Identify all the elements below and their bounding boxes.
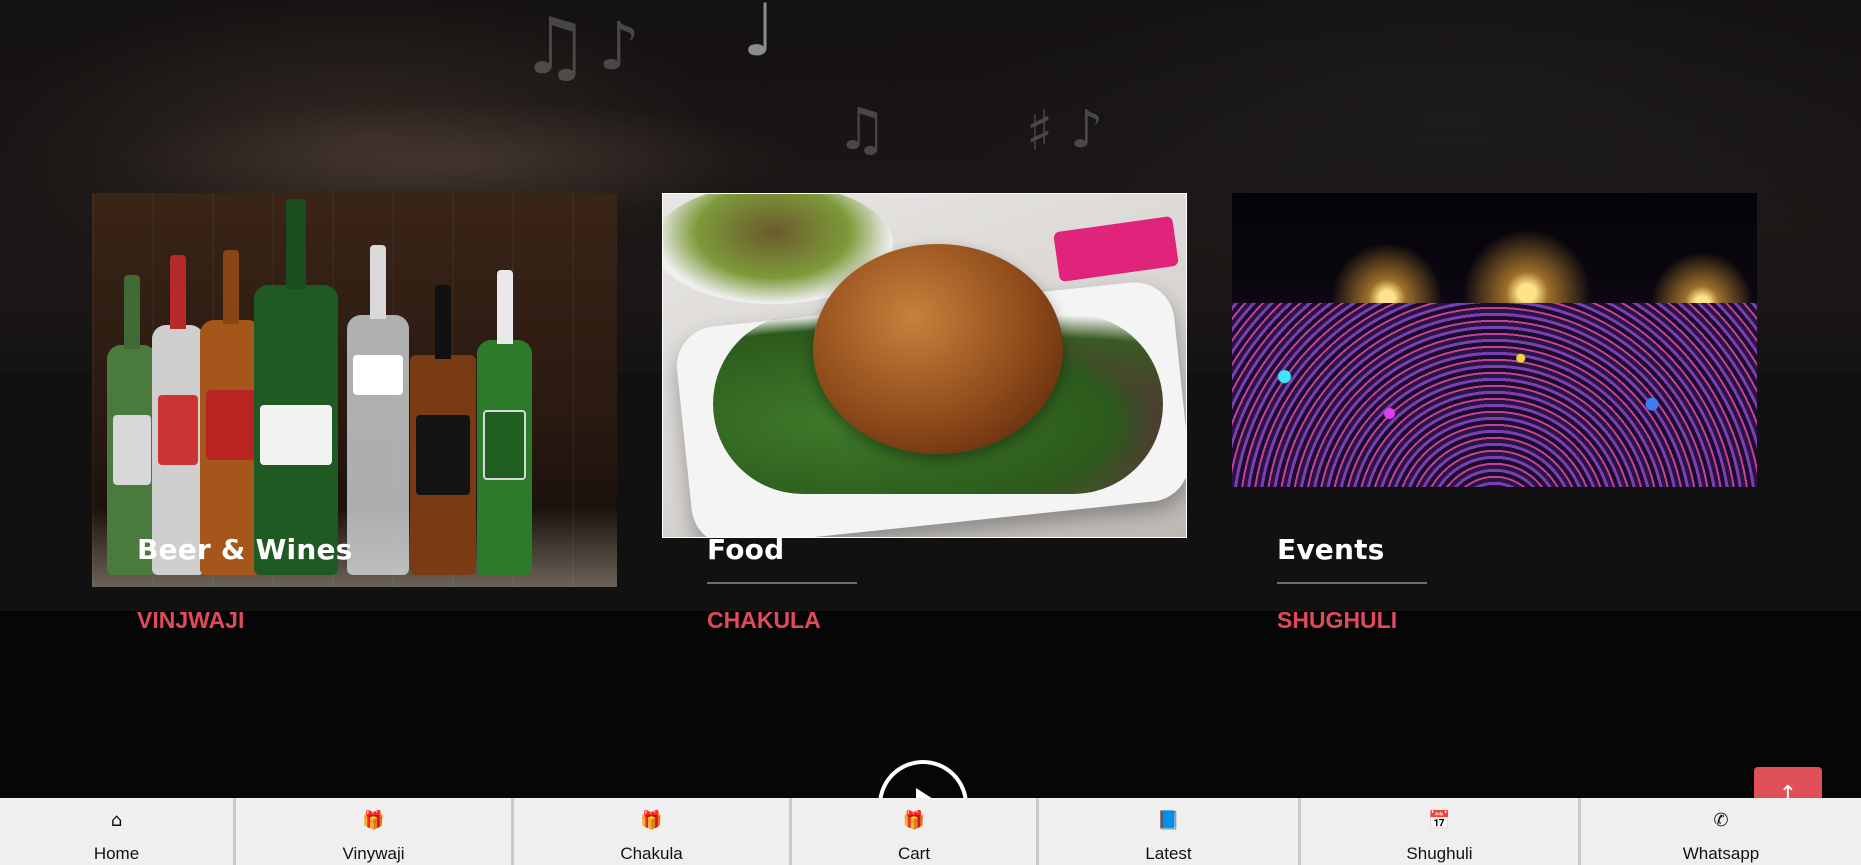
gift-icon: 🎁 — [640, 810, 663, 831]
nav-item-shughuli[interactable]: 📅 Shughuli — [1301, 798, 1581, 865]
card-subtitle-vinjwaji[interactable]: VINJWAJI — [137, 607, 244, 634]
card-title-beer-wines[interactable]: Beer & Wines — [137, 533, 353, 566]
card-subtitle-chakula[interactable]: CHAKULA — [707, 607, 821, 634]
home-icon: ⌂ — [110, 810, 123, 831]
nav-label: Latest — [1145, 844, 1192, 863]
nav-item-vinywaji[interactable]: 🎁 Vinywaji — [236, 798, 514, 865]
music-sharp-icon: ♯ — [1026, 99, 1054, 164]
calendar-icon: 📅 — [1428, 810, 1451, 831]
card-subtitle-shughuli[interactable]: SHUGHULI — [1277, 607, 1397, 634]
crowd — [1232, 303, 1757, 487]
bottle-martini — [254, 199, 338, 575]
card-divider — [707, 582, 857, 584]
nav-label: Whatsapp — [1682, 844, 1760, 863]
nav-label: Shughuli — [1406, 844, 1473, 863]
nav-item-chakula[interactable]: 🎁 Chakula — [514, 798, 792, 865]
nav-label: Chakula — [620, 844, 683, 863]
card-title-events[interactable]: Events — [1277, 533, 1385, 566]
card-divider — [1277, 582, 1427, 584]
book-icon: 📘 — [1157, 810, 1180, 831]
music-note-icon: ♩ — [742, 0, 776, 72]
gift-icon: 🎁 — [362, 810, 385, 831]
nav-item-cart[interactable]: 🎁 Cart — [792, 798, 1039, 865]
nav-label: Vinywaji — [342, 844, 405, 863]
bottom-navigation: ⌂ Home 🎁 Vinywaji 🎁 Chakula 🎁 Cart 📘 Lat… — [0, 798, 1861, 865]
beer-wines-image[interactable] — [92, 193, 617, 587]
events-image[interactable] — [1232, 193, 1757, 487]
music-note-icon: ♫ — [836, 95, 888, 163]
nav-item-latest[interactable]: 📘 Latest — [1039, 798, 1301, 865]
napkin — [1053, 215, 1179, 283]
bottle-finlandia — [347, 245, 409, 575]
nav-label: Home — [93, 844, 140, 863]
music-note-icon: ♪ — [1070, 100, 1104, 160]
whatsapp-icon: ✆ — [1713, 810, 1729, 831]
card-title-food[interactable]: Food — [707, 533, 784, 566]
music-note-icon: ♪ — [598, 8, 641, 85]
nav-item-home[interactable]: ⌂ Home — [0, 798, 236, 865]
nav-label: Cart — [897, 844, 931, 863]
bottle-jack-daniels — [410, 285, 476, 575]
music-note-icon: ♫ — [520, 2, 590, 92]
gift-icon: 🎁 — [902, 810, 926, 831]
roast-chicken — [813, 244, 1063, 454]
food-image[interactable] — [662, 193, 1187, 538]
nav-item-whatsapp[interactable]: ✆ Whatsapp — [1581, 798, 1861, 865]
bottle-heineken — [477, 270, 532, 575]
hero-shoulder-shadow — [0, 90, 930, 210]
